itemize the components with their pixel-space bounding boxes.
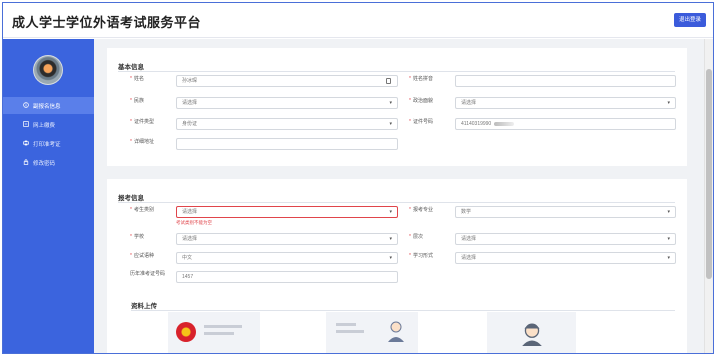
prev-ticket-field[interactable]: 1457 bbox=[176, 271, 398, 283]
avatar bbox=[33, 55, 63, 85]
lock-icon bbox=[23, 159, 29, 165]
address-label: * 详细地址 bbox=[130, 139, 154, 145]
exam-info-card: 报考信息 * 考生类别 请选择 ▾ 考试类别不能为空 * 报考专业 数学 ▾ * 学校 请… bbox=[107, 179, 687, 353]
study-label: * 学习形式 bbox=[409, 253, 433, 259]
sidebar-item-registration-info[interactable]: 副报名信息 bbox=[3, 97, 94, 114]
upload-divider bbox=[131, 310, 675, 311]
idtype-select[interactable]: 身份证 ▾ bbox=[176, 118, 398, 130]
payment-icon bbox=[23, 121, 29, 127]
section-divider bbox=[118, 202, 675, 203]
category-select[interactable]: 请选择 ▾ bbox=[176, 206, 398, 218]
sidebar-item-label: 打印准考证 bbox=[33, 141, 61, 148]
sidebar-item-change-password[interactable]: 修改密码 bbox=[3, 154, 94, 171]
address-field[interactable] bbox=[176, 138, 398, 150]
basic-info-card: 基本信息 * 姓名 孙冰琛 * 姓名拼音 * 民族 请选择 ▾ * 政治面貌 请选择 ▾ *… bbox=[107, 48, 687, 166]
upload-title: 资料上传 bbox=[131, 303, 157, 310]
redacted-mask bbox=[494, 121, 515, 126]
scrollbar-thumb[interactable] bbox=[706, 69, 712, 279]
idnum-field[interactable]: 41140319990 bbox=[455, 118, 676, 130]
pinyin-field[interactable] bbox=[455, 75, 676, 87]
chevron-down-icon: ▾ bbox=[389, 209, 392, 215]
chevron-down-icon: ▾ bbox=[389, 236, 392, 242]
sidebar-item-label: 网上缴费 bbox=[33, 122, 56, 129]
sidebar-nav: 副报名信息 网上缴费 打印准考证 修改密码 bbox=[3, 97, 94, 173]
name-field[interactable]: 孙冰琛 bbox=[176, 75, 398, 87]
section-divider bbox=[118, 71, 675, 72]
sidebar-item-print-ticket[interactable]: 打印准考证 bbox=[3, 135, 94, 152]
political-select[interactable]: 请选择 ▾ bbox=[455, 97, 676, 109]
pinyin-label: * 姓名拼音 bbox=[409, 76, 433, 82]
upload-card-portrait-side[interactable] bbox=[326, 312, 418, 353]
id-card-icon bbox=[386, 78, 391, 84]
study-select[interactable]: 请选择 ▾ bbox=[455, 252, 676, 264]
person-icon bbox=[522, 323, 542, 346]
sidebar-item-online-payment[interactable]: 网上缴费 bbox=[3, 116, 94, 133]
name-label: * 姓名 bbox=[130, 76, 144, 82]
print-icon bbox=[23, 140, 29, 146]
sidebar: 副报名信息 网上缴费 打印准考证 修改密码 bbox=[3, 39, 94, 353]
upload-card-photo[interactable] bbox=[487, 312, 576, 353]
section-title-basic: 基本信息 bbox=[118, 64, 144, 71]
language-label: * 应试语种 bbox=[130, 253, 154, 259]
placeholder-line bbox=[336, 323, 356, 326]
chevron-down-icon: ▾ bbox=[389, 255, 392, 261]
category-error: 考试类别不能为空 bbox=[176, 220, 212, 225]
prev-ticket-label: 历年准考证号码 bbox=[130, 271, 166, 277]
major-select[interactable]: 数学 ▾ bbox=[455, 206, 676, 218]
sidebar-item-label: 修改密码 bbox=[33, 160, 56, 167]
chevron-down-icon: ▾ bbox=[667, 100, 670, 106]
chevron-down-icon: ▾ bbox=[667, 209, 670, 215]
ethnicity-select[interactable]: 请选择 ▾ bbox=[176, 97, 398, 109]
school-select[interactable]: 请选择 ▾ bbox=[176, 233, 398, 245]
political-label: * 政治面貌 bbox=[409, 98, 433, 104]
chevron-down-icon: ▾ bbox=[667, 255, 670, 261]
chevron-down-icon: ▾ bbox=[389, 121, 392, 127]
language-select[interactable]: 中文 ▾ bbox=[176, 252, 398, 264]
chevron-down-icon: ▾ bbox=[667, 236, 670, 242]
sidebar-item-label: 副报名信息 bbox=[33, 103, 61, 110]
level-select[interactable]: 请选择 ▾ bbox=[455, 233, 676, 245]
idnum-label: * 证件号码 bbox=[409, 119, 433, 125]
logout-button[interactable]: 退出登录 bbox=[674, 13, 706, 27]
school-label: * 学校 bbox=[130, 234, 144, 240]
placeholder-line bbox=[204, 325, 242, 328]
placeholder-line bbox=[204, 332, 234, 335]
idtype-label: * 证件类型 bbox=[130, 119, 154, 125]
placeholder-line bbox=[336, 330, 364, 333]
main-content: 基本信息 * 姓名 孙冰琛 * 姓名拼音 * 民族 请选择 ▾ * 政治面貌 请选择 ▾ *… bbox=[94, 39, 706, 353]
person-icon bbox=[388, 321, 404, 342]
page-scrollbar[interactable] bbox=[704, 39, 713, 353]
site-title: 成人学士学位外语考试服务平台 bbox=[12, 15, 202, 30]
app-window: 成人学士学位外语考试服务平台 退出登录 副报名信息 网上缴费 打印准考证 修改密… bbox=[2, 2, 714, 354]
national-emblem-icon bbox=[176, 322, 196, 342]
upload-card-emblem[interactable] bbox=[168, 312, 260, 353]
info-icon bbox=[23, 102, 29, 108]
top-header: 成人学士学位外语考试服务平台 退出登录 bbox=[3, 3, 713, 38]
chevron-down-icon: ▾ bbox=[389, 100, 392, 106]
section-title-exam: 报考信息 bbox=[118, 195, 144, 202]
level-label: * 层次 bbox=[409, 234, 423, 240]
major-label: * 报考专业 bbox=[409, 207, 433, 213]
ethnicity-label: * 民族 bbox=[130, 98, 144, 104]
category-label: * 考生类别 bbox=[130, 207, 154, 213]
